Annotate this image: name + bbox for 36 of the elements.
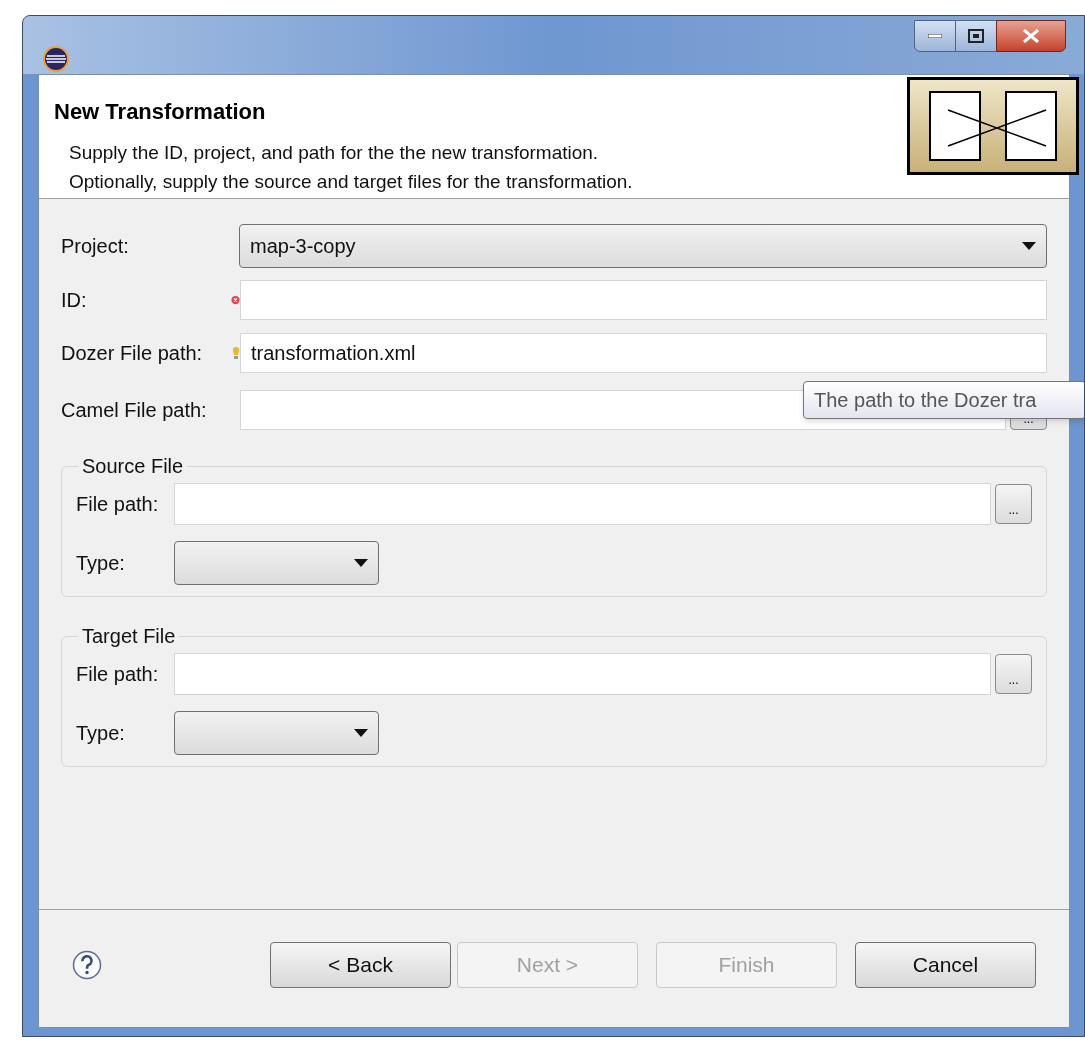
input-field[interactable]: transformation.xml [240, 333, 1047, 373]
minimize-icon [928, 34, 942, 38]
dropdown-caret-icon [354, 559, 368, 567]
type-dropdown[interactable] [174, 541, 379, 585]
app-icon [43, 46, 69, 72]
dropdown-value: map-3-copy [250, 234, 356, 259]
browse-button[interactable]: ... [995, 484, 1032, 524]
minimize-button[interactable] [914, 20, 956, 52]
page-title: New Transformation [54, 98, 267, 126]
wizard-button[interactable]: Cancel [855, 941, 1036, 988]
field-label: Type: [76, 721, 126, 746]
project-dropdown[interactable]: map-3-copy [239, 224, 1047, 268]
browse-button[interactable]: ... [995, 654, 1032, 694]
field-label: File path: [76, 492, 160, 517]
field-label: ID: [61, 288, 88, 313]
close-button[interactable] [996, 20, 1066, 52]
group-title: Source File [81, 454, 185, 479]
field-label: Type: [76, 551, 126, 576]
description-text: Supply the ID, project, and path for the the new transformation. [69, 141, 600, 165]
input-field[interactable] [174, 483, 991, 525]
field-label: Dozer File path: [61, 341, 204, 366]
group-title: Target File [81, 624, 177, 649]
input-field[interactable] [240, 280, 1047, 320]
maximize-icon [968, 29, 984, 43]
maximize-button[interactable] [956, 20, 996, 52]
field-label: File path: [76, 662, 160, 687]
description-text: Optionally, supply the source and target files for the transformation. [69, 170, 634, 194]
wizard-button[interactable]: < Back [270, 941, 451, 988]
tooltip-text: The path to the Dozer tra [814, 388, 1037, 413]
input-field[interactable] [174, 653, 991, 695]
dropdown-caret-icon [1022, 242, 1036, 250]
type-dropdown[interactable] [174, 711, 379, 755]
close-icon [1022, 29, 1040, 43]
dropdown-caret-icon [354, 729, 368, 737]
field-label: Project: [61, 234, 130, 259]
field-label: Camel File path: [61, 398, 208, 423]
